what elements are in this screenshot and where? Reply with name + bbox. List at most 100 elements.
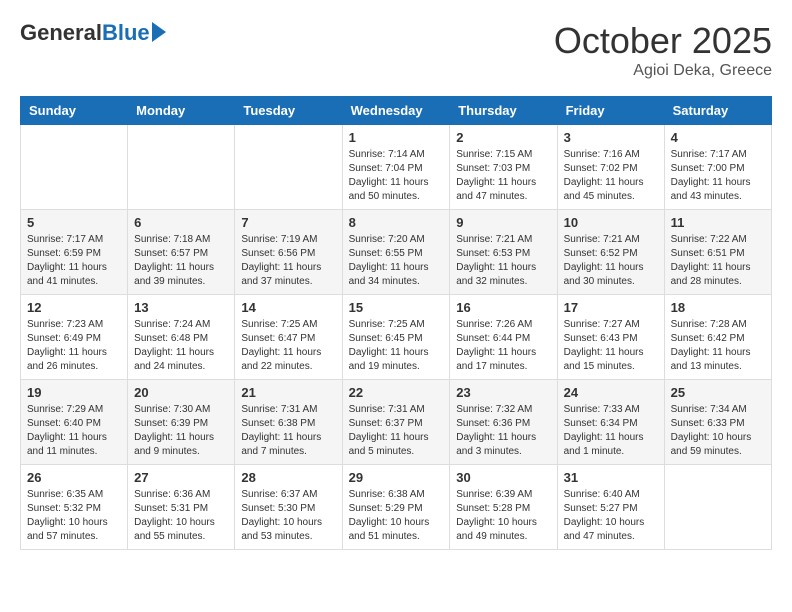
day-number-7: 7	[241, 215, 335, 230]
day-info-31: Sunrise: 6:40 AM Sunset: 5:27 PM Dayligh…	[564, 488, 658, 544]
day-cell-26: 26 Sunrise: 6:35 AM Sunset: 5:32 PM Dayli…	[21, 465, 128, 550]
day-info-28: Sunrise: 6:37 AM Sunset: 5:30 PM Dayligh…	[241, 488, 335, 544]
day-info-3: Sunrise: 7:16 AM Sunset: 7:02 PM Dayligh…	[564, 148, 658, 204]
day-info-12: Sunrise: 7:23 AM Sunset: 6:49 PM Dayligh…	[27, 318, 121, 374]
day-info-16: Sunrise: 7:26 AM Sunset: 6:44 PM Dayligh…	[456, 318, 550, 374]
day-number-15: 15	[349, 300, 444, 315]
logo-general-text: General	[20, 20, 102, 46]
day-number-5: 5	[27, 215, 121, 230]
day-number-4: 4	[671, 130, 765, 145]
day-number-6: 6	[134, 215, 228, 230]
day-number-30: 30	[456, 470, 550, 485]
day-info-26: Sunrise: 6:35 AM Sunset: 5:32 PM Dayligh…	[27, 488, 121, 544]
day-info-30: Sunrise: 6:39 AM Sunset: 5:28 PM Dayligh…	[456, 488, 550, 544]
day-cell-16: 16 Sunrise: 7:26 AM Sunset: 6:44 PM Dayli…	[450, 295, 557, 380]
day-cell-21: 21Sunrise: 7:31 AM Sunset: 6:38 PM Dayli…	[235, 380, 342, 465]
day-info-24: Sunrise: 7:33 AM Sunset: 6:34 PM Dayligh…	[564, 403, 658, 459]
logo: General Blue	[20, 20, 166, 46]
day-number-17: 17	[564, 300, 658, 315]
weekday-header-monday: Monday	[128, 97, 235, 125]
weekday-header-tuesday: Tuesday	[235, 97, 342, 125]
weekday-header-row: SundayMondayTuesdayWednesdayThursdayFrid…	[21, 97, 772, 125]
day-info-2: Sunrise: 7:15 AM Sunset: 7:03 PM Dayligh…	[456, 148, 550, 204]
day-cell-28: 28 Sunrise: 6:37 AM Sunset: 5:30 PM Dayli…	[235, 465, 342, 550]
week-row-3: 12 Sunrise: 7:23 AM Sunset: 6:49 PM Dayli…	[21, 295, 772, 380]
week-row-5: 26 Sunrise: 6:35 AM Sunset: 5:32 PM Dayli…	[21, 465, 772, 550]
day-info-10: Sunrise: 7:21 AM Sunset: 6:52 PM Dayligh…	[564, 233, 658, 289]
day-cell-10: 10 Sunrise: 7:21 AM Sunset: 6:52 PM Dayli…	[557, 210, 664, 295]
logo-arrow-icon	[152, 22, 166, 42]
day-info-9: Sunrise: 7:21 AM Sunset: 6:53 PM Dayligh…	[456, 233, 550, 289]
day-cell-6: 6 Sunrise: 7:18 AM Sunset: 6:57 PM Daylig…	[128, 210, 235, 295]
day-info-17: Sunrise: 7:27 AM Sunset: 6:43 PM Dayligh…	[564, 318, 658, 374]
day-info-1: Sunrise: 7:14 AM Sunset: 7:04 PM Dayligh…	[349, 148, 444, 204]
weekday-header-sunday: Sunday	[21, 97, 128, 125]
title-section: October 2025 Agioi Deka, Greece	[554, 20, 772, 80]
day-info-15: Sunrise: 7:25 AM Sunset: 6:45 PM Dayligh…	[349, 318, 444, 374]
day-number-10: 10	[564, 215, 658, 230]
day-cell-23: 23 Sunrise: 7:32 AM Sunset: 6:36 PM Dayli…	[450, 380, 557, 465]
day-info-23: Sunrise: 7:32 AM Sunset: 6:36 PM Dayligh…	[456, 403, 550, 459]
day-info-13: Sunrise: 7:24 AM Sunset: 6:48 PM Dayligh…	[134, 318, 228, 374]
day-cell-8: 8Sunrise: 7:20 AM Sunset: 6:55 PM Daylig…	[342, 210, 450, 295]
day-info-6: Sunrise: 7:18 AM Sunset: 6:57 PM Dayligh…	[134, 233, 228, 289]
day-cell-15: 15 Sunrise: 7:25 AM Sunset: 6:45 PM Dayli…	[342, 295, 450, 380]
day-number-12: 12	[27, 300, 121, 315]
day-number-20: 20	[134, 385, 228, 400]
day-number-19: 19	[27, 385, 121, 400]
day-cell-24: 24Sunrise: 7:33 AM Sunset: 6:34 PM Dayli…	[557, 380, 664, 465]
day-cell-19: 19 Sunrise: 7:29 AM Sunset: 6:40 PM Dayli…	[21, 380, 128, 465]
day-info-29: Sunrise: 6:38 AM Sunset: 5:29 PM Dayligh…	[349, 488, 444, 544]
weekday-header-friday: Friday	[557, 97, 664, 125]
location-subtitle: Agioi Deka, Greece	[554, 62, 772, 80]
day-info-11: Sunrise: 7:22 AM Sunset: 6:51 PM Dayligh…	[671, 233, 765, 289]
day-info-27: Sunrise: 6:36 AM Sunset: 5:31 PM Dayligh…	[134, 488, 228, 544]
empty-cell	[128, 125, 235, 210]
day-cell-5: 5 Sunrise: 7:17 AM Sunset: 6:59 PM Daylig…	[21, 210, 128, 295]
weekday-header-saturday: Saturday	[664, 97, 771, 125]
day-number-22: 22	[349, 385, 444, 400]
day-number-2: 2	[456, 130, 550, 145]
day-info-25: Sunrise: 7:34 AM Sunset: 6:33 PM Dayligh…	[671, 403, 765, 459]
day-number-27: 27	[134, 470, 228, 485]
day-number-13: 13	[134, 300, 228, 315]
day-cell-14: 14 Sunrise: 7:25 AM Sunset: 6:47 PM Dayli…	[235, 295, 342, 380]
day-number-28: 28	[241, 470, 335, 485]
day-cell-30: 30 Sunrise: 6:39 AM Sunset: 5:28 PM Dayli…	[450, 465, 557, 550]
day-number-23: 23	[456, 385, 550, 400]
day-cell-4: 4 Sunrise: 7:17 AM Sunset: 7:00 PM Daylig…	[664, 125, 771, 210]
day-cell-1: 1 Sunrise: 7:14 AM Sunset: 7:04 PM Daylig…	[342, 125, 450, 210]
day-cell-13: 13 Sunrise: 7:24 AM Sunset: 6:48 PM Dayli…	[128, 295, 235, 380]
month-title: October 2025	[554, 20, 772, 62]
day-info-5: Sunrise: 7:17 AM Sunset: 6:59 PM Dayligh…	[27, 233, 121, 289]
day-info-8: Sunrise: 7:20 AM Sunset: 6:55 PM Dayligh…	[349, 233, 444, 289]
day-number-25: 25	[671, 385, 765, 400]
day-cell-25: 25 Sunrise: 7:34 AM Sunset: 6:33 PM Dayli…	[664, 380, 771, 465]
day-number-26: 26	[27, 470, 121, 485]
day-cell-11: 11 Sunrise: 7:22 AM Sunset: 6:51 PM Dayli…	[664, 210, 771, 295]
day-cell-2: 2 Sunrise: 7:15 AM Sunset: 7:03 PM Daylig…	[450, 125, 557, 210]
day-number-1: 1	[349, 130, 444, 145]
day-info-18: Sunrise: 7:28 AM Sunset: 6:42 PM Dayligh…	[671, 318, 765, 374]
day-info-19: Sunrise: 7:29 AM Sunset: 6:40 PM Dayligh…	[27, 403, 121, 459]
day-info-4: Sunrise: 7:17 AM Sunset: 7:00 PM Dayligh…	[671, 148, 765, 204]
day-cell-22: 22Sunrise: 7:31 AM Sunset: 6:37 PM Dayli…	[342, 380, 450, 465]
day-number-11: 11	[671, 215, 765, 230]
day-number-18: 18	[671, 300, 765, 315]
day-number-16: 16	[456, 300, 550, 315]
empty-cell	[21, 125, 128, 210]
day-number-9: 9	[456, 215, 550, 230]
empty-cell	[664, 465, 771, 550]
day-cell-29: 29Sunrise: 6:38 AM Sunset: 5:29 PM Dayli…	[342, 465, 450, 550]
day-cell-3: 3 Sunrise: 7:16 AM Sunset: 7:02 PM Daylig…	[557, 125, 664, 210]
day-info-14: Sunrise: 7:25 AM Sunset: 6:47 PM Dayligh…	[241, 318, 335, 374]
day-number-14: 14	[241, 300, 335, 315]
day-info-20: Sunrise: 7:30 AM Sunset: 6:39 PM Dayligh…	[134, 403, 228, 459]
day-number-31: 31	[564, 470, 658, 485]
page-header: General Blue October 2025 Agioi Deka, Gr…	[20, 20, 772, 80]
week-row-1: 1 Sunrise: 7:14 AM Sunset: 7:04 PM Daylig…	[21, 125, 772, 210]
day-number-3: 3	[564, 130, 658, 145]
calendar-table: SundayMondayTuesdayWednesdayThursdayFrid…	[20, 96, 772, 550]
week-row-4: 19 Sunrise: 7:29 AM Sunset: 6:40 PM Dayli…	[21, 380, 772, 465]
day-info-21: Sunrise: 7:31 AM Sunset: 6:38 PM Dayligh…	[241, 403, 335, 459]
